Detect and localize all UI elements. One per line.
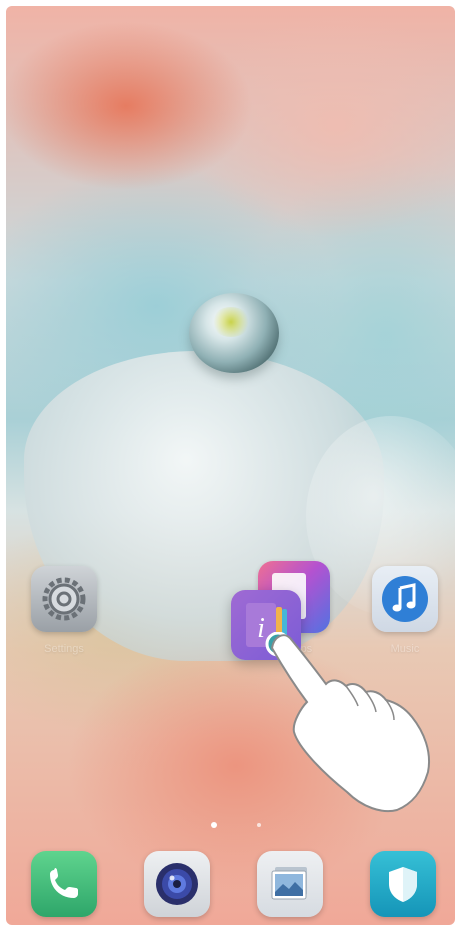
- settings-app-label: Settings: [44, 643, 84, 655]
- dock-camera-app[interactable]: [144, 851, 210, 917]
- dock-gallery-app[interactable]: [257, 851, 323, 917]
- camera-icon: [156, 863, 198, 905]
- dock-phone-manager-app[interactable]: [370, 851, 436, 917]
- gear-icon: [42, 577, 86, 621]
- page-indicator-dot[interactable]: [257, 823, 261, 827]
- settings-app-icon[interactable]: [31, 566, 97, 632]
- wallpaper-water-drop: [189, 293, 279, 373]
- music-note-icon: [382, 576, 428, 622]
- hand-pointer-icon: [265, 632, 430, 812]
- music-app-icon[interactable]: [372, 566, 438, 632]
- dock-phone-app[interactable]: [31, 851, 97, 917]
- phone-icon: [50, 868, 78, 898]
- gallery-icon: [271, 867, 307, 900]
- page-indicator-dot-active[interactable]: [211, 822, 217, 828]
- shield-icon: [389, 867, 417, 902]
